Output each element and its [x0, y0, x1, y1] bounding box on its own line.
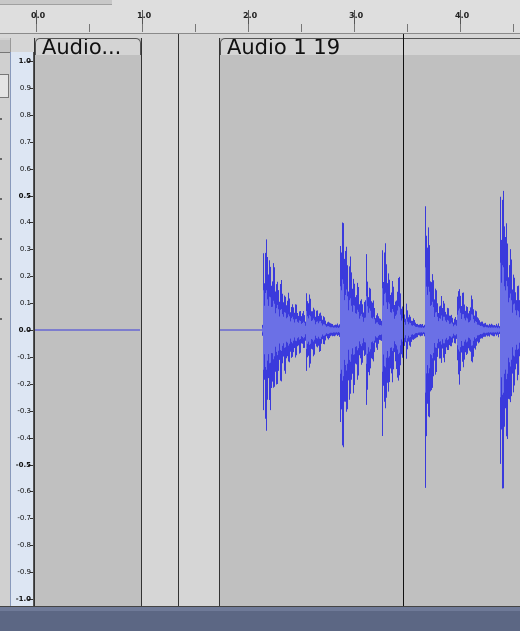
track-resize-handle[interactable] — [0, 606, 520, 611]
waveform-rms — [262, 262, 520, 398]
waveform — [35, 190, 520, 489]
play-cursor[interactable] — [403, 34, 404, 606]
